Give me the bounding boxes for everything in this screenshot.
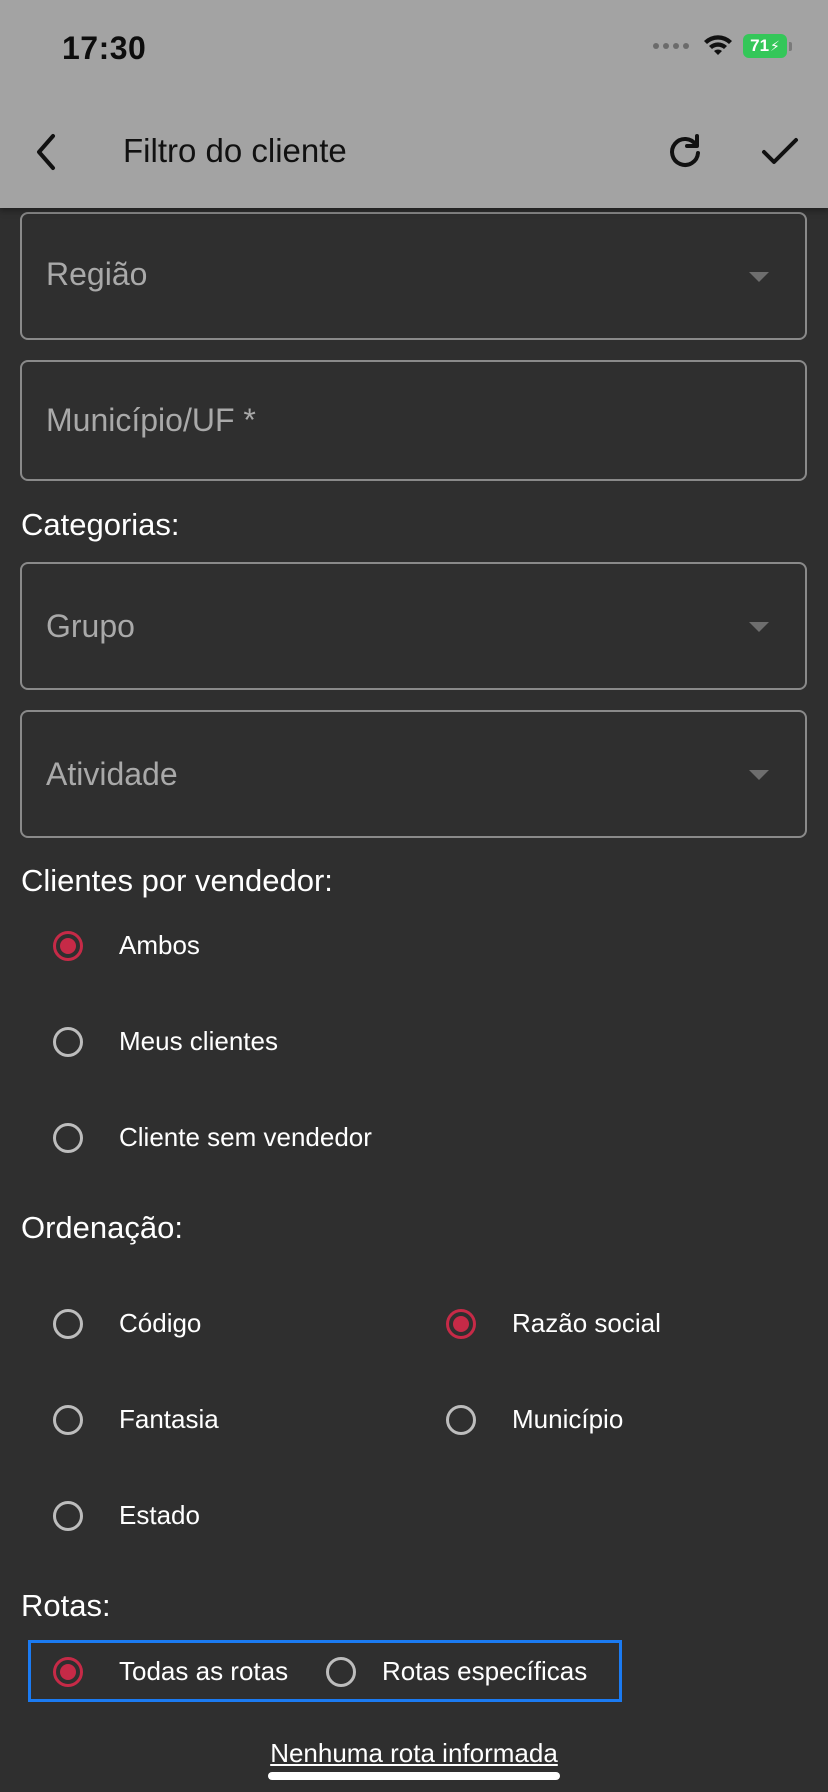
battery-level: 71 [750,36,770,55]
status-time: 17:30 [62,30,147,66]
radio-label: Estado [119,1500,200,1530]
radio-label: Todas as rotas [119,1656,289,1686]
radio-razao-social[interactable]: Razão social [446,1308,661,1339]
dropdown-arrow-icon [749,770,769,780]
radio-selected-icon [446,1308,476,1339]
wifi-icon [704,35,732,55]
grupo-dropdown[interactable]: Grupo [20,562,807,690]
status-icons: 71 ⚡ [653,34,792,58]
radio-label: Município [512,1404,624,1434]
radio-selected-icon [53,1656,83,1687]
radio-label: Fantasia [119,1404,219,1434]
clientes-por-vendedor-heading: Clientes por vendedor: [21,863,333,898]
radio-municipio[interactable]: Município [446,1404,623,1435]
radio-ambos[interactable]: Ambos [53,930,200,961]
atividade-label: Atividade [46,756,178,792]
radio-unselected-icon [53,1122,83,1153]
radio-estado[interactable]: Estado [53,1500,200,1531]
radio-unselected-icon [53,1026,83,1057]
municipio-uf-field[interactable]: Município/UF * [20,360,807,481]
categorias-heading: Categorias: [21,507,180,542]
radio-unselected-icon [446,1404,476,1435]
reset-filters-button[interactable] [660,126,710,176]
radio-label: Rotas específicas [382,1656,588,1686]
home-indicator[interactable] [268,1772,560,1780]
battery-icon: 71 ⚡ [743,34,787,58]
radio-label: Código [119,1308,202,1338]
radio-label: Ambos [119,930,200,960]
radio-unselected-icon [53,1308,83,1339]
regiao-dropdown[interactable]: Região [20,212,807,340]
radio-label: Meus clientes [119,1026,278,1056]
radio-meus-clientes[interactable]: Meus clientes [53,1026,278,1057]
back-button[interactable] [22,122,70,182]
checkmark-icon [762,138,798,164]
page-title: Filtro do cliente [123,132,347,169]
radio-selected-icon [53,930,83,961]
regiao-label: Região [46,256,148,292]
radio-rotas-especificas[interactable]: Rotas específicas [326,1656,587,1687]
cellular-signal-icon [653,43,689,49]
dropdown-arrow-icon [749,272,769,282]
rotas-heading: Rotas: [21,1588,111,1623]
apply-filters-button[interactable] [755,126,805,176]
grupo-label: Grupo [46,608,135,644]
battery-cap [789,41,792,51]
radio-unselected-icon [326,1656,356,1687]
radio-fantasia[interactable]: Fantasia [53,1404,219,1435]
filter-screen: 17:30 71 ⚡ Filtro do cliente Região Muni… [0,0,828,1792]
radio-cliente-sem-vendedor[interactable]: Cliente sem vendedor [53,1122,372,1153]
radio-label: Cliente sem vendedor [119,1122,372,1152]
radio-label: Razão social [512,1308,661,1338]
atividade-dropdown[interactable]: Atividade [20,710,807,838]
refresh-icon [670,134,700,167]
municipio-uf-label: Município/UF * [46,402,256,438]
radio-codigo[interactable]: Código [53,1308,201,1339]
chevron-left-icon [37,134,55,170]
dropdown-arrow-icon [749,622,769,632]
nenhuma-rota-link[interactable]: Nenhuma rota informada [0,1738,828,1769]
radio-unselected-icon [53,1500,83,1531]
app-header: 17:30 71 ⚡ Filtro do cliente [0,0,828,208]
radio-todas-as-rotas[interactable]: Todas as rotas [53,1656,288,1687]
radio-unselected-icon [53,1404,83,1435]
ordenacao-heading: Ordenação: [21,1210,183,1245]
